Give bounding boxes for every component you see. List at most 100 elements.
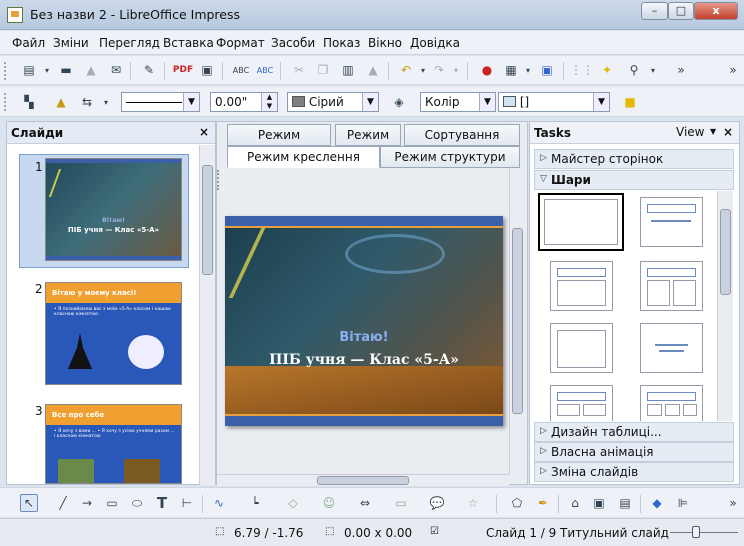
arrow-style-icon[interactable]: ⇆ [78, 93, 96, 111]
menu-file[interactable]: Файл [12, 36, 45, 50]
ellipse-icon[interactable]: ⬭ [128, 494, 146, 512]
menu-tools[interactable]: Засоби [271, 36, 315, 50]
layout-blank[interactable] [538, 193, 624, 251]
new-document-icon[interactable]: ▤ [20, 61, 38, 79]
styles-icon[interactable]: ▚ [20, 93, 38, 111]
tab-notes-view[interactable]: Режим приміток [227, 124, 331, 162]
slide-thumbnail-1[interactable]: Вітаю! ПІБ учня — Клас «5-А» [45, 158, 182, 261]
spellcheck-icon[interactable]: ABC [232, 61, 250, 79]
close-icon[interactable]: × [723, 125, 733, 139]
paste-icon[interactable]: ▥ [339, 61, 357, 79]
arrow-style-dropdown-icon[interactable]: ▾ [97, 93, 115, 111]
tab-outline-view[interactable]: Режим структури [380, 146, 520, 168]
grid-icon[interactable]: ⋮⋮ [570, 61, 594, 79]
toolbar-grip[interactable] [4, 93, 8, 111]
glue-points-icon[interactable]: ✒ [534, 494, 552, 512]
export-pdf-icon[interactable]: PDF [173, 61, 193, 79]
flowchart-icon[interactable]: ▭ [392, 494, 410, 512]
points-icon[interactable]: ⬠ [508, 494, 526, 512]
toolbar-overflow-icon[interactable]: » [724, 61, 742, 79]
menu-insert[interactable]: Вставка [163, 36, 214, 50]
scrollbar-thumb[interactable] [317, 476, 409, 485]
tab-handout-view[interactable]: Режим тез [335, 124, 401, 162]
from-file-icon[interactable]: ▣ [590, 494, 608, 512]
menu-edit[interactable]: Зміни [53, 36, 89, 50]
zoom-dropdown-icon[interactable]: ▾ [644, 61, 662, 79]
layout-four-content[interactable] [550, 385, 613, 421]
fontwork-icon[interactable]: ⌂ [566, 494, 584, 512]
menu-window[interactable]: Вікно [368, 36, 402, 50]
autospellcheck-icon[interactable]: ABC [256, 61, 274, 79]
menu-view[interactable]: Перегляд [99, 36, 160, 50]
slide-thumbnail-3[interactable]: Все про себе • Я хочу з вами ... • Я хоч… [45, 404, 182, 484]
fill-value-select[interactable]: [] ▼ [498, 92, 610, 112]
scrollbar-thumb[interactable] [720, 209, 731, 295]
zoom-slider[interactable] [670, 532, 738, 533]
zoom-slider-handle[interactable] [692, 526, 700, 538]
more-tools-icon[interactable]: » [672, 61, 690, 79]
tab-slide-sorter[interactable]: Сортування слайду [404, 124, 520, 162]
layout-six-content[interactable] [640, 385, 703, 421]
section-slide-transition[interactable]: ▷ Зміна слайдів [534, 462, 734, 482]
slide-thumbnail-2[interactable]: Вітаю у моєму класі! • Я познайомлю вас … [45, 282, 182, 385]
dropdown-arrow-icon[interactable]: ▾ [38, 61, 56, 79]
table-icon[interactable]: ▦ [502, 61, 520, 79]
menu-show[interactable]: Показ [323, 36, 360, 50]
chevron-down-icon[interactable]: ▼ [710, 127, 716, 136]
chart-icon[interactable]: ● [478, 61, 496, 79]
callouts-icon[interactable]: 💬 [428, 494, 446, 512]
line-width-field[interactable]: 0.00" ▲ ▼ [210, 92, 278, 112]
redo-icon[interactable]: ↷ [430, 61, 448, 79]
maximize-button[interactable]: □ [668, 2, 694, 20]
shadow-icon[interactable]: ■ [621, 93, 639, 111]
section-custom-animation[interactable]: ▷ Власна анімація [534, 442, 734, 462]
align-icon[interactable]: ⊫ [674, 494, 692, 512]
layout-title-slide[interactable] [550, 323, 613, 373]
canvas-horizontal-scrollbar[interactable] [217, 474, 509, 486]
layouts-scrollbar[interactable] [717, 191, 733, 421]
email-icon[interactable]: ✉ [107, 61, 125, 79]
block-arrows-icon[interactable]: ⇔ [356, 494, 374, 512]
scrollbar-thumb[interactable] [202, 165, 213, 275]
close-window-button[interactable]: x [694, 2, 738, 20]
rectangle-icon[interactable]: ▭ [103, 494, 121, 512]
slide-canvas[interactable]: Вітаю! ПІБ учня — Клас «5-А» [217, 168, 509, 474]
section-layouts[interactable]: ▽ Шари [534, 170, 734, 190]
text-tool-icon[interactable]: T [153, 494, 171, 512]
current-slide[interactable]: Вітаю! ПІБ учня — Клас «5-А» [225, 216, 503, 426]
section-master-pages[interactable]: ▷ Майстер сторінок [534, 149, 734, 169]
line-tool-icon[interactable]: ╱ [54, 494, 72, 512]
line-style-select[interactable]: ▼ [121, 92, 200, 112]
slide-subtitle[interactable]: ПІБ учня — Клас «5-А» [225, 352, 503, 368]
fill-bucket-icon[interactable]: ◈ [390, 93, 408, 111]
select-pointer-icon[interactable]: ↖ [20, 494, 38, 512]
line-icon[interactable]: ▲ [52, 93, 70, 111]
basic-shapes-star-icon[interactable]: ✦ [598, 61, 616, 79]
close-icon[interactable]: × [199, 125, 209, 139]
zoom-icon[interactable]: ⚲ [625, 61, 643, 79]
tab-drawing-view[interactable]: Режим креслення [227, 146, 380, 168]
symbol-shapes-icon[interactable]: ☺ [320, 494, 338, 512]
print-icon[interactable]: ▣ [198, 61, 216, 79]
view-menu-button[interactable]: View [676, 125, 704, 139]
scrollbar-thumb[interactable] [512, 228, 523, 414]
undo-icon[interactable]: ↶ [397, 61, 415, 79]
vertical-text-icon[interactable]: ⊢ [178, 494, 196, 512]
gallery-icon[interactable]: ▤ [616, 494, 634, 512]
table-dropdown-icon[interactable]: ▾ [519, 61, 537, 79]
redo-dropdown-icon[interactable]: ▾ [447, 61, 465, 79]
arrow-line-icon[interactable]: → [78, 494, 96, 512]
canvas-vertical-scrollbar[interactable] [509, 168, 525, 474]
copy-icon[interactable]: ❐ [314, 61, 332, 79]
connector-icon[interactable]: ┕ [246, 494, 264, 512]
menu-format[interactable]: Формат [216, 36, 265, 50]
spin-icon[interactable]: ▲ ▼ [261, 93, 277, 111]
layout-title-only[interactable] [550, 261, 613, 311]
extrusion-icon[interactable]: ◆ [648, 494, 666, 512]
image-icon[interactable]: ▣ [538, 61, 556, 79]
toolbar-grip[interactable] [4, 62, 8, 80]
stars-icon[interactable]: ☆ [464, 494, 482, 512]
menu-help[interactable]: Довідка [410, 36, 460, 50]
basic-shapes-icon[interactable]: ◇ [284, 494, 302, 512]
curve-icon[interactable]: ∿ [210, 494, 228, 512]
